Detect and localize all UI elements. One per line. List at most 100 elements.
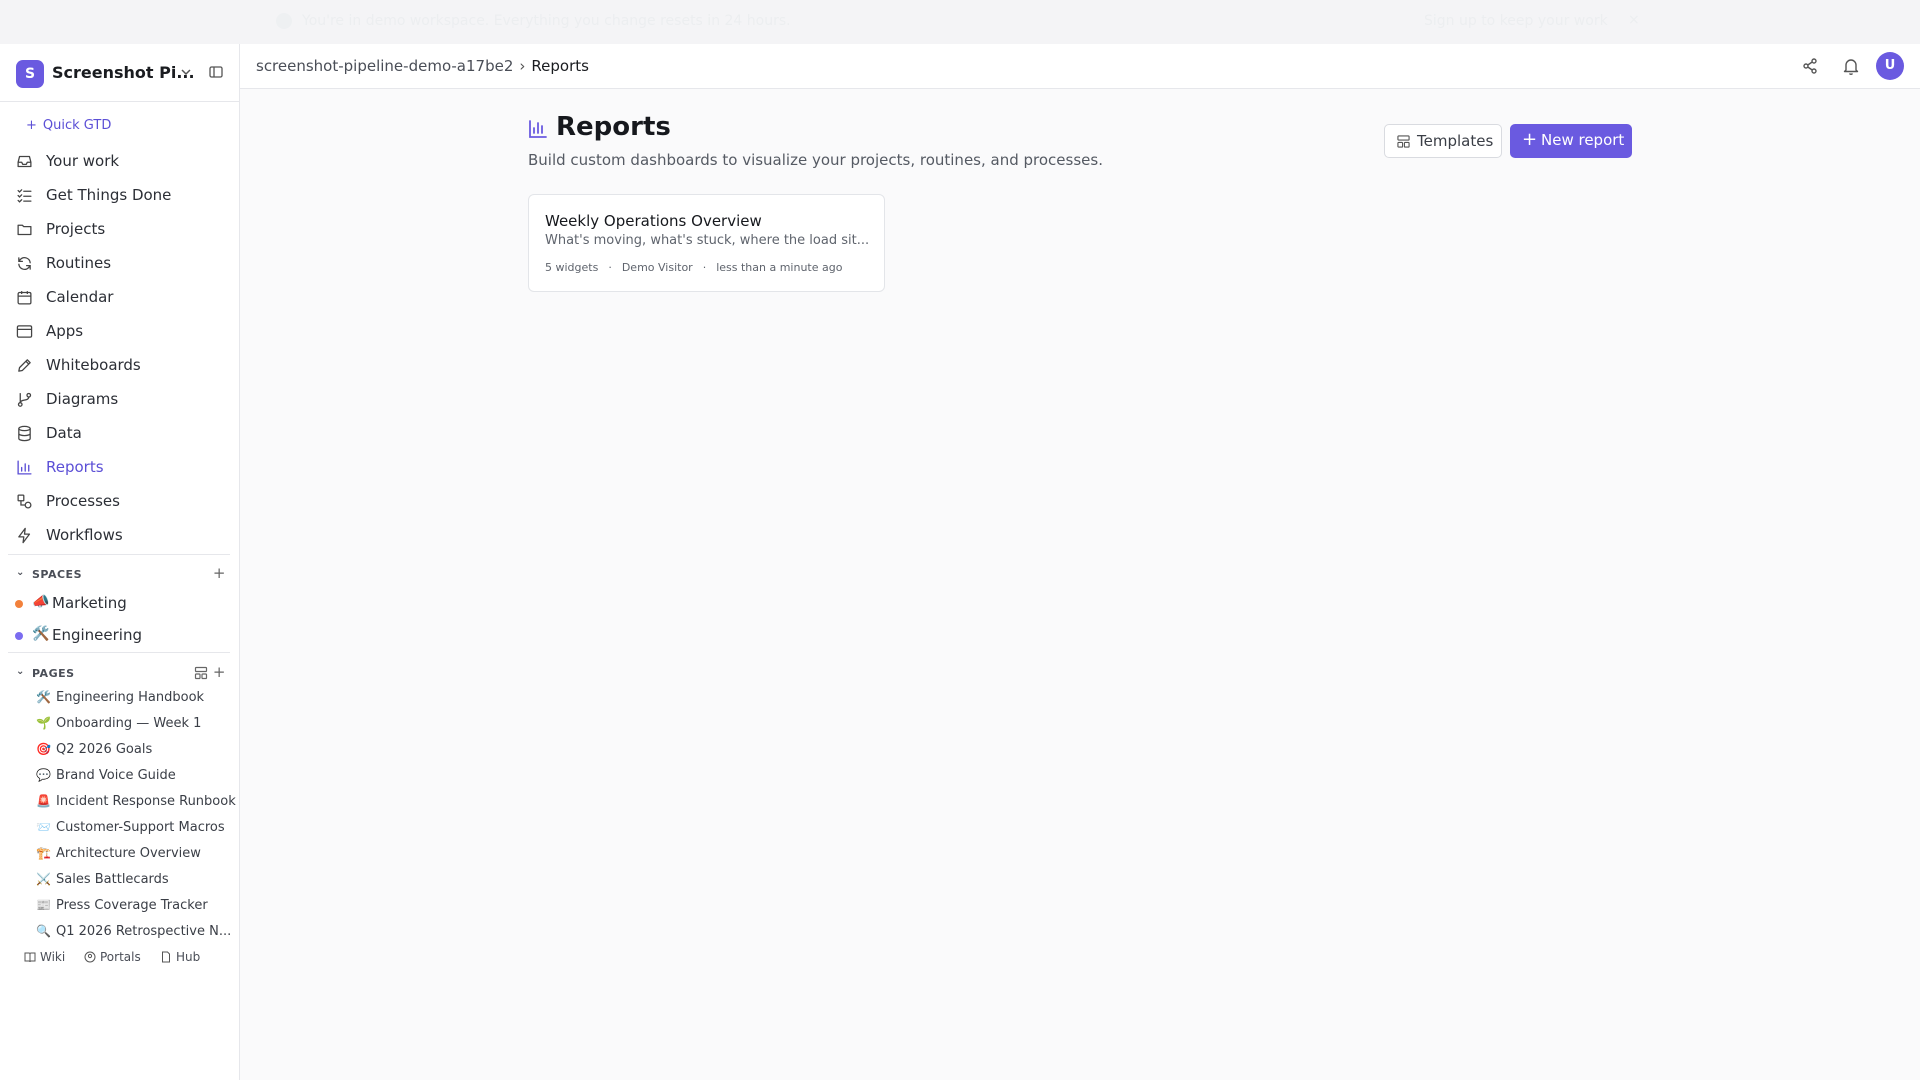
template-icon[interactable] (194, 666, 208, 680)
sidebar-item-reports[interactable]: Reports (10, 452, 230, 482)
sidebar-item-label: Processes (46, 492, 120, 510)
report-meta: 5 widgets · Demo Visitor · less than a minut… (545, 261, 842, 274)
templates-button[interactable]: Templates (1384, 124, 1502, 158)
footer-hub-label: Hub (176, 950, 201, 964)
bell-icon[interactable] (1841, 56, 1861, 76)
page-item[interactable]: 🏗️ Architecture Overview (30, 842, 230, 866)
refresh-icon (18, 257, 31, 270)
page-item[interactable]: 🔍 Q1 2026 Retrospective N... (30, 920, 232, 944)
divider (8, 652, 230, 653)
sidebar-item-whiteboards[interactable]: Whiteboards (10, 350, 230, 380)
add-space-icon[interactable]: + (213, 564, 226, 582)
lightning-icon (18, 527, 31, 544)
sidebar-item-label: Projects (46, 220, 106, 238)
sidebar-item-get-things-done[interactable]: Get Things Done (10, 180, 230, 210)
page-item[interactable]: 🚨 Incident Response Runbook (30, 790, 236, 814)
page-emoji: 📨 (36, 820, 51, 834)
add-page-icon[interactable]: + (213, 663, 226, 681)
chevron-down-icon[interactable]: ⌄ (16, 666, 25, 677)
sidebar: S Screenshot Pi... + Quick GTD Your work … (0, 44, 240, 1080)
sidebar-item-label: Apps (46, 322, 84, 340)
spaces-header[interactable]: ⌄ SPACES + (16, 564, 226, 584)
space-item-marketing[interactable]: 📣 Marketing (10, 589, 230, 617)
divider (8, 554, 230, 555)
chevron-down-icon[interactable]: ⌄ (16, 567, 25, 578)
sidebar-item-label: Reports (46, 458, 104, 476)
top-bar: screenshot-pipeline-demo-a17be2 › Reports … (240, 44, 1920, 89)
page-emoji: 🚨 (36, 794, 51, 808)
workspace-name: Screenshot Pi... (52, 63, 195, 82)
sidebar-item-label: Workflows (46, 526, 123, 544)
page-emoji: 📰 (36, 898, 51, 912)
pages-header[interactable]: ⌄ PAGES + (16, 663, 226, 683)
sidebar-item-calendar[interactable]: Calendar (10, 282, 230, 312)
demo-banner-action[interactable]: Sign up to keep your work (1424, 13, 1608, 29)
new-report-button-label: New report (1541, 131, 1625, 149)
close-icon[interactable]: × (1628, 12, 1640, 28)
page-label: Brand Voice Guide (56, 768, 176, 783)
info-icon (276, 13, 292, 29)
sidebar-item-label: Routines (46, 254, 112, 272)
chevron-down-icon[interactable] (178, 64, 194, 80)
pencil-icon (18, 359, 31, 372)
page-label: Engineering Handbook (56, 690, 205, 705)
plus-icon: + (26, 118, 37, 133)
report-card[interactable]: Weekly Operations Overview What's moving… (528, 194, 885, 292)
new-report-button[interactable]: + New report (1510, 124, 1632, 158)
sidebar-item-data[interactable]: Data (10, 418, 230, 448)
footer-hub-link[interactable]: Hub (160, 950, 200, 964)
main-content: Reports Build custom dashboards to visua… (240, 89, 1920, 1080)
page-item[interactable]: 🌱 Onboarding — Week 1 (30, 712, 230, 736)
page-label: Customer-Support Macros (56, 820, 225, 835)
footer-wiki-link[interactable]: Wiki (24, 950, 65, 964)
meta-separator: · (608, 261, 612, 274)
space-item-engineering[interactable]: 🛠️ Engineering (10, 621, 230, 649)
page-item[interactable]: 🛠️ Engineering Handbook (30, 686, 230, 710)
sidebar-item-label: Calendar (46, 288, 114, 306)
space-emoji: 🛠️ (32, 626, 50, 642)
sidebar-item-projects[interactable]: Projects (10, 214, 230, 244)
footer-portals-link[interactable]: Portals (84, 950, 141, 964)
page-emoji: ⚔️ (36, 872, 51, 886)
breadcrumb: screenshot-pipeline-demo-a17be2 › Reports (256, 57, 589, 75)
quick-gtd-label: Quick GTD (42, 118, 112, 133)
sidebar-item-apps[interactable]: Apps (10, 316, 230, 346)
page-label: Q1 2026 Retrospective N... (56, 924, 232, 939)
page-item[interactable]: 📰 Press Coverage Tracker (30, 894, 230, 918)
breadcrumb-current: Reports (531, 57, 589, 75)
sidebar-collapse-icon[interactable] (208, 64, 224, 80)
git-branch-icon (17, 392, 32, 407)
breadcrumb-workspace[interactable]: screenshot-pipeline-demo-a17be2 (256, 57, 513, 75)
page-label: Press Coverage Tracker (56, 898, 208, 913)
workspace-avatar: S (16, 60, 44, 88)
inbox-icon (17, 155, 32, 168)
sidebar-item-diagrams[interactable]: Diagrams (10, 384, 230, 414)
folder-icon (17, 224, 32, 236)
page-label: Q2 2026 Goals (56, 742, 153, 757)
sidebar-item-processes[interactable]: Processes (10, 486, 230, 516)
shapes-icon (17, 494, 32, 509)
file-icon (162, 951, 170, 963)
sidebar-item-your-work[interactable]: Your work (10, 146, 230, 176)
report-description: What's moving, what's stuck, where the l… (545, 233, 870, 248)
page-label: Onboarding — Week 1 (56, 716, 202, 731)
page-item[interactable]: 🎯 Q2 2026 Goals (30, 738, 230, 762)
page-item[interactable]: 📨 Customer-Support Macros (30, 816, 230, 840)
user-avatar[interactable]: U (1876, 52, 1904, 80)
quick-gtd-button[interactable]: + Quick GTD (26, 118, 111, 133)
page-emoji: 🔍 (36, 924, 51, 938)
page-item[interactable]: 💬 Brand Voice Guide (30, 764, 230, 788)
workspace-switcher[interactable]: S Screenshot Pi... (0, 44, 240, 102)
checklist-icon (17, 189, 32, 203)
spaces-header-label: SPACES (32, 568, 82, 581)
page-item[interactable]: ⚔️ Sales Battlecards (30, 868, 230, 892)
share-icon[interactable] (1800, 56, 1820, 76)
demo-banner-message: You're in demo workspace. Everything you… (302, 13, 791, 29)
space-label: Engineering (52, 626, 142, 644)
app-window-icon (16, 325, 33, 338)
sidebar-item-workflows[interactable]: Workflows (10, 520, 230, 550)
page-emoji: 🏗️ (36, 846, 51, 860)
report-widget-count: 5 widgets (545, 261, 599, 274)
sidebar-item-routines[interactable]: Routines (10, 248, 230, 278)
space-label: Marketing (52, 594, 127, 612)
